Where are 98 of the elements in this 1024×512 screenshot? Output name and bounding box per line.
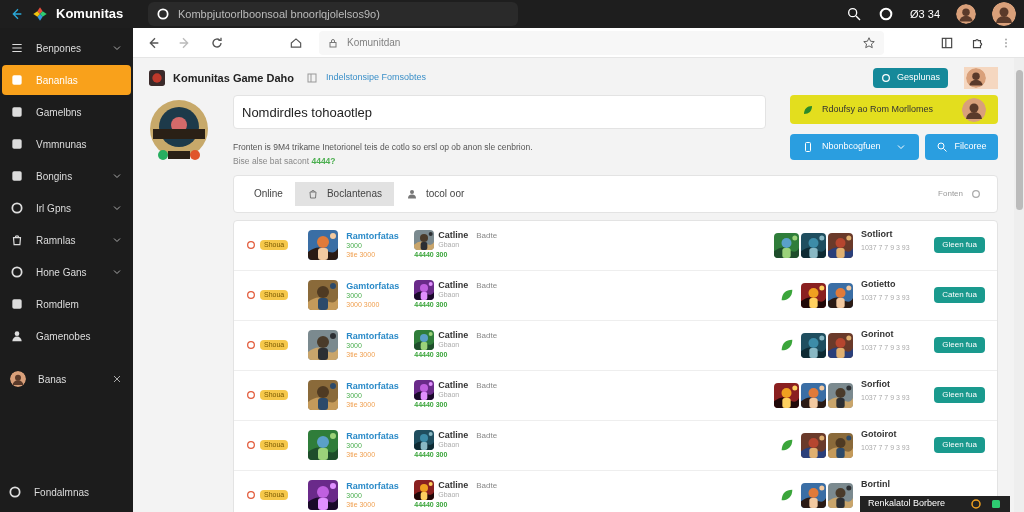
item-icon — [10, 169, 24, 183]
tab-icon — [405, 187, 418, 200]
community-badge-icon — [149, 99, 209, 163]
sidebar-item[interactable]: Fondalmnas — [0, 480, 133, 504]
status-icon — [246, 490, 256, 500]
game-tag: Badte — [476, 230, 498, 241]
tab-icon — [306, 187, 319, 200]
sidebar-item[interactable]: Vmmnunas — [2, 129, 131, 159]
item-icon — [10, 297, 24, 311]
game-name: Catline — [438, 479, 469, 491]
game-tag: Badte — [476, 280, 498, 291]
app-title: Komunitas — [56, 5, 124, 24]
clock-text: Ø3 34 — [910, 6, 940, 22]
sidebar-item[interactable]: Irl Gpns — [2, 193, 131, 223]
avatar-icon[interactable] — [962, 97, 986, 122]
game-name: Catline — [438, 429, 469, 441]
player-name[interactable]: Gamtorfatas — [346, 280, 407, 292]
avatar-icon[interactable] — [10, 371, 26, 387]
sidebar-item[interactable]: Gamenobes — [2, 321, 131, 351]
join-button[interactable]: Gleen fua — [934, 237, 985, 253]
item-icon — [10, 41, 24, 55]
top-button[interactable]: Gesplunas — [872, 68, 948, 88]
item-icon — [10, 137, 24, 151]
panel-icon[interactable] — [940, 35, 954, 50]
game-tag: Badte — [476, 480, 498, 491]
sidebar-item[interactable]: Banas — [2, 364, 131, 394]
site-icon — [156, 7, 170, 21]
status-icon — [246, 440, 256, 450]
note-text: Bise alse bat sacont 4444? — [233, 154, 337, 168]
search-icon — [936, 141, 949, 153]
sort-label[interactable]: Fonten — [938, 187, 963, 200]
tab[interactable]: tocol oor — [393, 181, 477, 206]
close-icon[interactable] — [111, 373, 123, 385]
player-name[interactable]: Ramtorfatas — [346, 430, 407, 442]
action-button[interactable]: Filcoree — [925, 134, 998, 160]
lock-icon — [327, 36, 339, 49]
join-button[interactable]: Gleen fua — [934, 337, 985, 353]
button-icon — [880, 73, 891, 83]
player-name[interactable]: Ramtorfatas — [346, 380, 407, 392]
status-icon — [246, 390, 256, 400]
toast-notification: Renkalatol Borbere — [860, 496, 1010, 512]
filter-dropdown[interactable]: Nbonbcogfuen — [790, 134, 919, 160]
search-field[interactable]: Nomdirdles tohoaotlep — [233, 95, 766, 129]
description-text: Fronten is 9M4 trikame Inetorionel teis de cotlo so ersl op ob anon sle cenbrion. — [233, 141, 534, 154]
sidebar-item[interactable]: Benpones — [2, 33, 131, 63]
item-title: Gorinot — [861, 328, 895, 340]
player-name[interactable]: Ramtorfatas — [346, 230, 407, 242]
game-name: Catline — [438, 379, 469, 391]
player-name[interactable]: Ramtorfatas — [346, 480, 407, 492]
item-icon — [10, 73, 24, 87]
status-icon[interactable] — [878, 6, 895, 22]
join-button[interactable]: Gleen fua — [934, 387, 985, 403]
tab[interactable]: Online — [242, 181, 295, 206]
home-icon[interactable] — [289, 35, 303, 50]
phone-icon — [802, 141, 814, 153]
sidebar-item[interactable]: Romdlem — [2, 289, 131, 319]
status-icon — [246, 340, 256, 350]
sidebar-item[interactable]: Bongins — [2, 161, 131, 191]
search-icon[interactable] — [846, 6, 863, 22]
page-title: Komunitas Game Daho — [173, 70, 295, 86]
player-name[interactable]: Ramtorfatas — [346, 330, 407, 342]
leaf-icon — [802, 103, 814, 116]
game-tag: Badte — [476, 330, 498, 341]
game-tag: Badte — [476, 430, 498, 441]
scrollbar-thumb[interactable] — [1015, 70, 1023, 210]
url-bar[interactable]: Komunitdan — [319, 30, 884, 55]
item-icon — [10, 233, 24, 247]
item-icon — [10, 329, 24, 343]
join-button[interactable]: Caten fua — [934, 287, 985, 303]
item-title: Gotietto — [861, 278, 897, 290]
item-icon — [10, 201, 24, 215]
join-button[interactable]: Gleen fua — [934, 437, 985, 453]
sidebar-item[interactable]: Hone Gans — [2, 257, 131, 287]
promo-banner: Rdoufsy ao Rom Morllomes — [790, 95, 998, 124]
item-title: Sotliort — [861, 228, 894, 240]
game-tag: Badte — [476, 380, 498, 391]
tab[interactable]: Boclantenas — [294, 181, 394, 206]
status-icon — [246, 290, 256, 300]
sidebar-item[interactable]: Ramnlas — [2, 225, 131, 255]
breadcrumb-link[interactable]: Indelstonsipe Fomsobtes — [326, 71, 427, 85]
item-title: Gotoirot — [861, 428, 898, 440]
grid-icon — [306, 72, 319, 84]
item-title: Bortinl — [861, 478, 891, 490]
address-field[interactable]: Kombpjutoorlboonsoal bnoorlqjolelsos9o) — [148, 2, 518, 26]
game-name: Catline — [438, 229, 469, 241]
item-icon — [10, 265, 24, 279]
item-title: Sorfiot — [861, 378, 891, 390]
avatar-icon[interactable] — [992, 2, 1016, 26]
avatar-icon[interactable] — [966, 68, 986, 88]
game-name: Catline — [438, 329, 469, 341]
item-icon — [10, 105, 24, 119]
game-logo-icon — [149, 70, 165, 86]
sidebar-item[interactable]: Gamelbns — [2, 97, 131, 127]
logo-icon — [32, 6, 48, 22]
status-icon — [246, 240, 256, 250]
star-icon[interactable] — [862, 35, 876, 50]
avatar-icon[interactable] — [956, 4, 976, 24]
game-name: Catline — [438, 279, 469, 291]
